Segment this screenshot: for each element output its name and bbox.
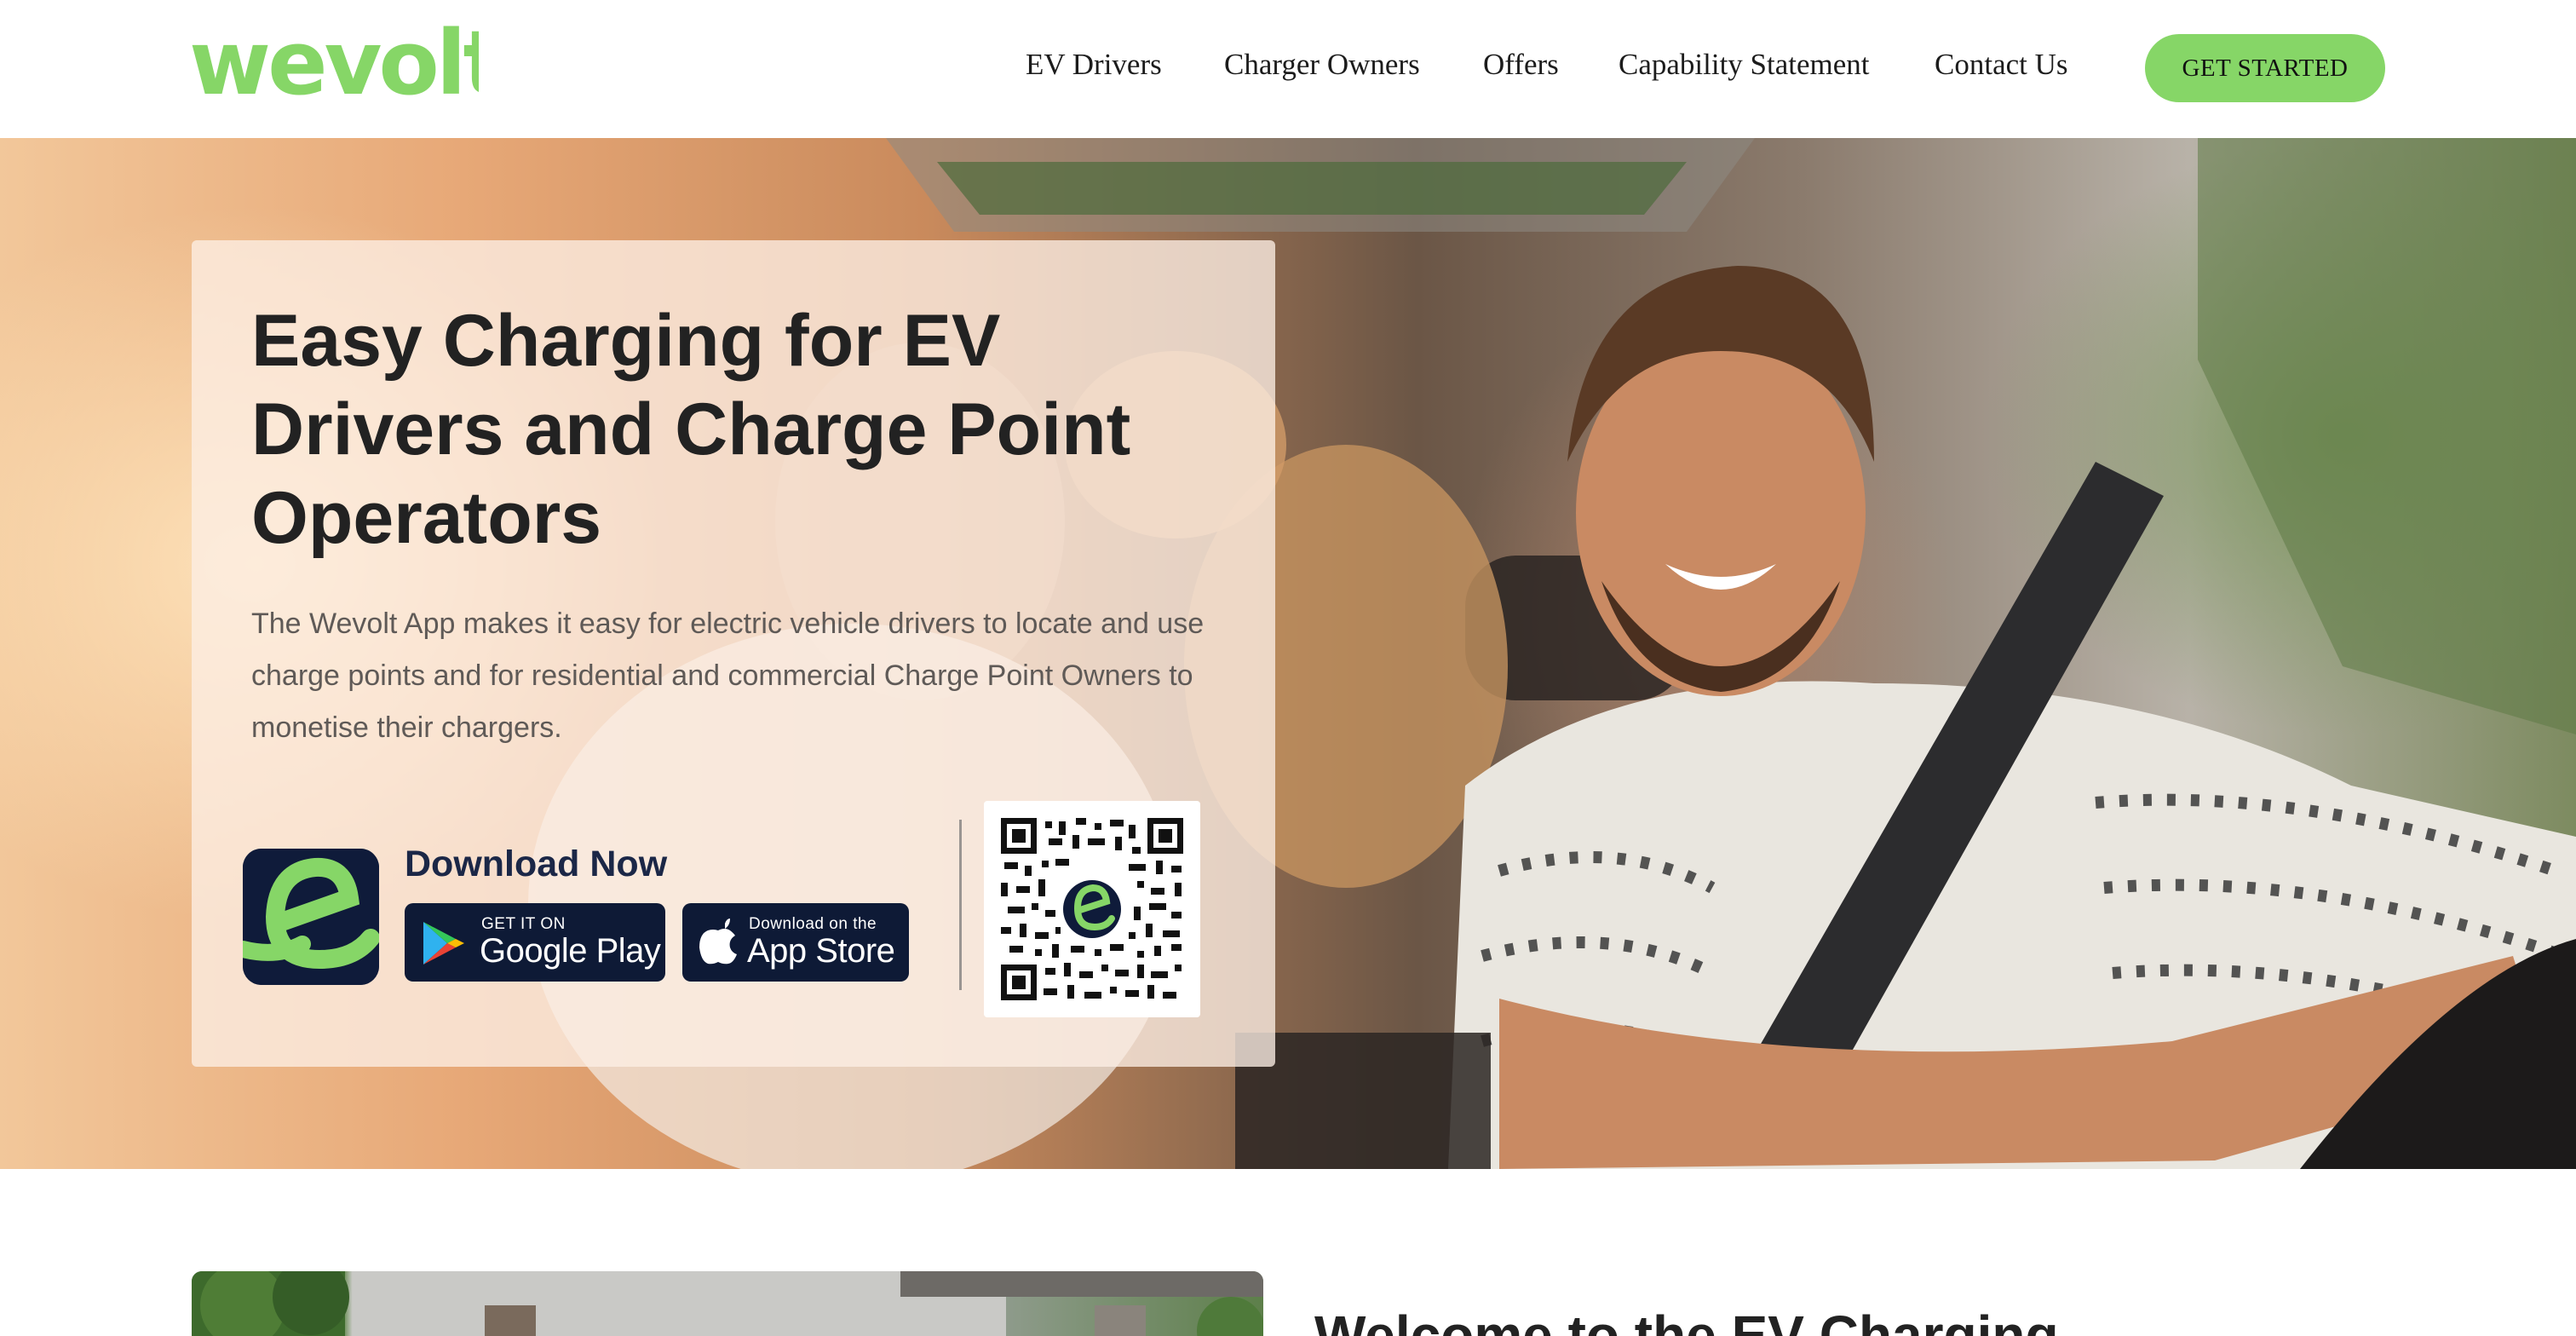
google-play-button[interactable]: GET IT ON Google Play [405, 903, 665, 982]
wevolt-logo[interactable]: wevolt [189, 22, 479, 111]
wevolt-logo-icon: wevolt [189, 22, 479, 111]
hero-description: The Wevolt App makes it easy for electri… [251, 608, 1205, 744]
google-play-label: Google Play [480, 932, 661, 970]
get-started-button[interactable]: GET STARTED [2145, 34, 2385, 102]
section-heading: Welcome to the EV Charging [1314, 1304, 2059, 1336]
nav-offers[interactable]: Offers [1483, 48, 1559, 82]
nav-capability-statement[interactable]: Capability Statement [1619, 48, 1870, 82]
app-store-small-label: Download on the [749, 915, 877, 933]
apple-icon [699, 918, 737, 965]
svg-text:wevolt: wevolt [189, 22, 479, 111]
divider [959, 820, 962, 990]
nav-charger-owners[interactable]: Charger Owners [1224, 48, 1420, 82]
wevolt-app-icon [243, 849, 379, 985]
site-header: wevolt EV Drivers Charger Owners Offers … [0, 0, 2576, 138]
google-play-icon [423, 922, 464, 965]
hero-section: Easy Charging for EV Drivers and Charge … [0, 138, 2576, 1169]
nav-contact-us[interactable]: Contact Us [1935, 48, 2068, 82]
download-now-heading: Download Now [405, 844, 668, 884]
hero-panel: Easy Charging for EV Drivers and Charge … [192, 240, 1275, 1067]
qr-code-icon [1001, 818, 1183, 1000]
app-store-label: App Store [747, 932, 895, 970]
app-store-button[interactable]: Download on the App Store [682, 903, 909, 982]
hero-title: Easy Charging for EV Drivers and Charge … [251, 300, 1131, 559]
google-play-small-label: GET IT ON [481, 915, 566, 933]
section-image [192, 1271, 1263, 1336]
nav-ev-drivers[interactable]: EV Drivers [1026, 48, 1162, 82]
qr-code [984, 801, 1200, 1017]
